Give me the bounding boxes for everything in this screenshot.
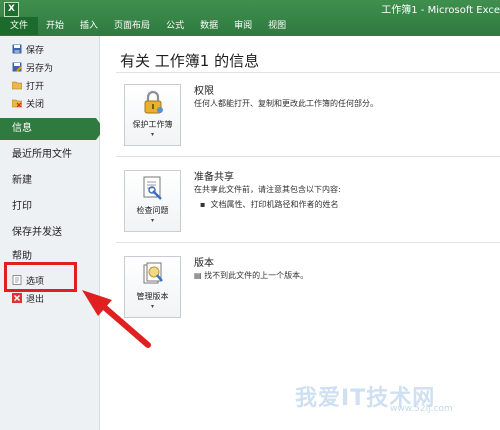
watermark-url: www.52ij.com — [390, 404, 453, 414]
red-arrow-icon — [82, 290, 151, 348]
annotation-arrow-layer — [82, 290, 151, 348]
